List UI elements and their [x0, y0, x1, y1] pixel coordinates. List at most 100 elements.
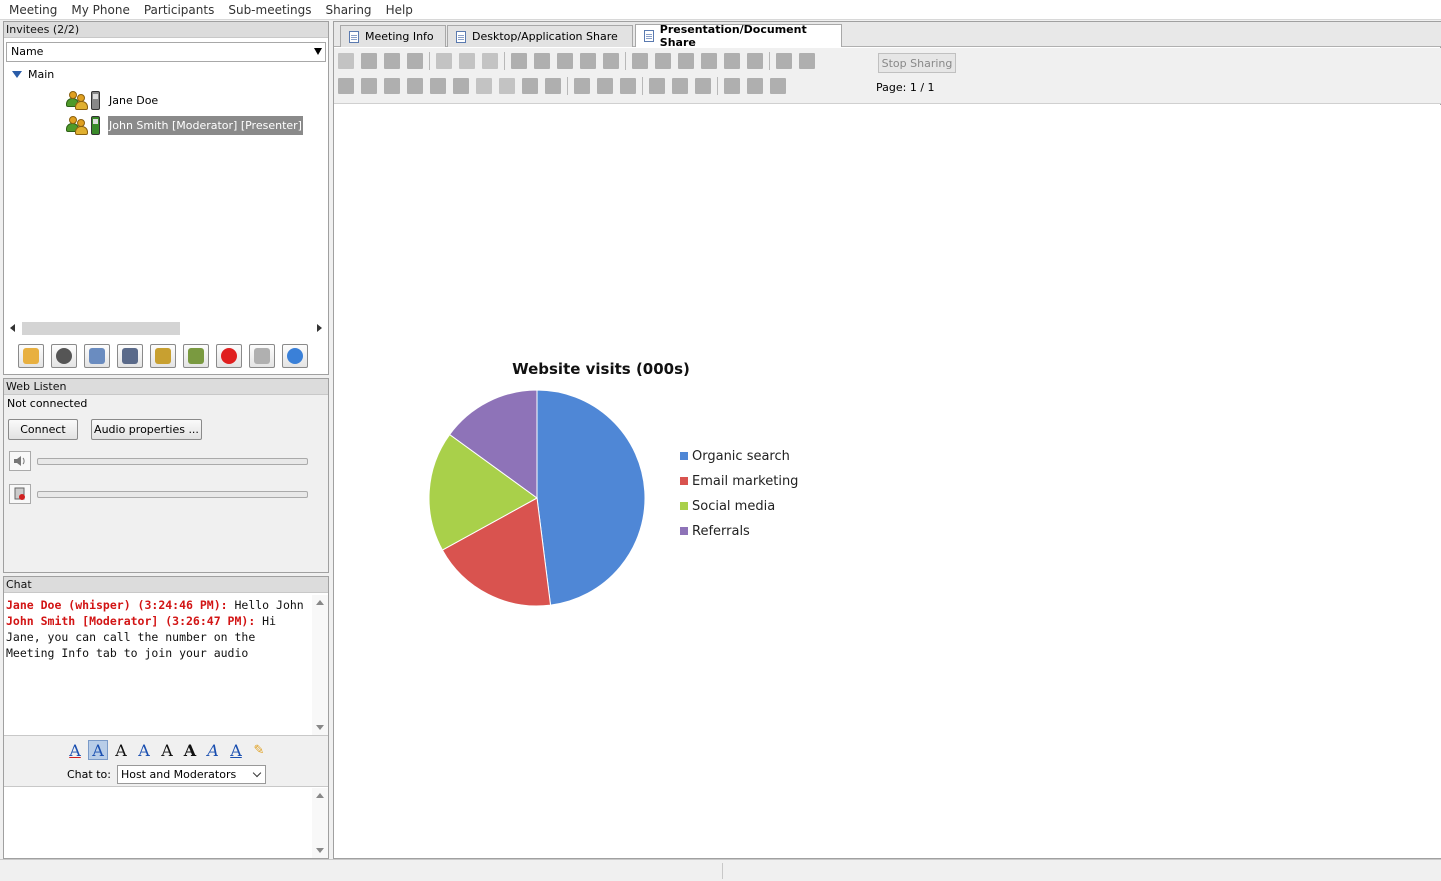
chevron-down-icon[interactable] [252, 768, 262, 778]
chat-log-scrollbar[interactable] [312, 595, 328, 735]
scroll-up-icon[interactable] [316, 600, 324, 605]
scroll-down-icon[interactable] [316, 848, 324, 853]
fit-page-icon[interactable] [678, 53, 694, 69]
expand-triangle-icon[interactable] [12, 71, 22, 78]
pie-slices [428, 389, 646, 607]
tab-presentation-share[interactable]: Presentation/Document Share [635, 23, 842, 49]
rectangle-tool-icon[interactable] [476, 78, 492, 94]
select-tool-icon[interactable] [338, 78, 354, 94]
font-color-icon[interactable]: A [65, 740, 85, 760]
raise-hand-button[interactable] [18, 344, 44, 368]
sync-view-icon[interactable] [724, 78, 740, 94]
font-style-icon[interactable]: A [157, 740, 177, 760]
pointer-icon[interactable] [776, 53, 792, 69]
save-icon[interactable] [384, 53, 400, 69]
ellipse-tool-icon[interactable] [499, 78, 515, 94]
connect-button[interactable]: Connect [8, 419, 78, 440]
speaker-volume-slider[interactable] [37, 457, 308, 465]
dialpad-button[interactable] [51, 344, 77, 368]
name-column-header[interactable]: Name [6, 42, 326, 62]
group-settings-button[interactable] [183, 344, 209, 368]
font-underline-icon[interactable]: A [226, 740, 246, 760]
chat-to-row: Chat to: Host and Moderators [67, 765, 266, 784]
zoom-in-icon[interactable] [632, 53, 648, 69]
fit-width-icon[interactable] [701, 53, 717, 69]
scroll-right-icon[interactable] [317, 324, 322, 332]
menu-meeting[interactable]: Meeting [2, 3, 64, 17]
font-outline-icon[interactable]: A [134, 740, 154, 760]
cut-icon[interactable] [511, 53, 527, 69]
pen-tool-icon[interactable] [361, 78, 377, 94]
participant-row[interactable]: Jane Doe [66, 89, 159, 111]
microphone-volume-slider[interactable] [37, 490, 308, 498]
status-bar [0, 859, 1441, 881]
thumbnail-icon[interactable] [747, 78, 763, 94]
page-prev-icon[interactable] [459, 53, 475, 69]
scroll-thumb[interactable] [22, 322, 180, 335]
speaker-icon[interactable] [9, 451, 31, 471]
microphone-icon[interactable] [9, 484, 31, 504]
menu-help[interactable]: Help [379, 3, 420, 17]
rotate-icon[interactable] [747, 53, 763, 69]
chat-to-select[interactable]: Host and Moderators [116, 765, 266, 784]
eraser-icon[interactable] [724, 53, 740, 69]
paste-icon[interactable] [557, 53, 573, 69]
chat-input-scrollbar[interactable] [312, 788, 328, 858]
page-next-icon[interactable] [482, 53, 498, 69]
font-size-icon[interactable]: A [111, 740, 131, 760]
tab-meeting-info[interactable]: Meeting Info [340, 25, 446, 47]
tree-group-main[interactable]: Main [12, 68, 54, 81]
redo-icon[interactable] [603, 53, 619, 69]
stamp-tool-icon[interactable] [545, 78, 561, 94]
font-bold-icon[interactable]: A [180, 740, 200, 760]
undo-icon[interactable] [580, 53, 596, 69]
phone-settings-button[interactable] [84, 344, 110, 368]
menu-sharing[interactable]: Sharing [318, 3, 378, 17]
copy-icon[interactable] [534, 53, 550, 69]
sort-arrow-icon[interactable] [314, 48, 322, 55]
menu-sub-meetings[interactable]: Sub-meetings [221, 3, 318, 17]
participant-row[interactable]: John Smith [Moderator] [Presenter] [66, 114, 303, 136]
menu-my-phone[interactable]: My Phone [64, 3, 136, 17]
open-icon[interactable] [361, 53, 377, 69]
fill-tool-icon[interactable] [522, 78, 538, 94]
record-button[interactable] [216, 344, 242, 368]
font-italic-icon[interactable]: A [203, 740, 223, 760]
page-first-icon[interactable] [436, 53, 452, 69]
new-page-icon[interactable] [338, 53, 354, 69]
add-participant-button[interactable] [150, 344, 176, 368]
status-divider [722, 863, 723, 879]
scroll-down-icon[interactable] [316, 725, 324, 730]
pause-button[interactable] [282, 344, 308, 368]
broadcast-button[interactable] [249, 344, 275, 368]
text-tool-icon[interactable] [453, 78, 469, 94]
highlighter-tool-icon[interactable] [384, 78, 400, 94]
scroll-up-icon[interactable] [316, 793, 324, 798]
color-black-icon[interactable] [574, 78, 590, 94]
stop-sharing-button[interactable]: Stop Sharing [878, 53, 956, 73]
color-picker-icon[interactable] [597, 78, 613, 94]
delete-annotation-icon[interactable] [672, 78, 688, 94]
arrow-tool-icon[interactable] [430, 78, 446, 94]
screen-settings-button[interactable] [117, 344, 143, 368]
web-listen-header: Web Listen [4, 379, 328, 395]
line-tool-icon[interactable] [407, 78, 423, 94]
chat-sender: John Smith [Moderator] (3:26:47 PM): [6, 614, 256, 628]
font-highlight-icon[interactable]: A [88, 740, 108, 760]
scroll-left-icon[interactable] [10, 324, 15, 332]
audio-properties-button[interactable]: Audio properties ... [91, 419, 202, 440]
annotation-settings-icon[interactable] [695, 78, 711, 94]
horizontal-scrollbar[interactable] [6, 320, 326, 336]
tab-desktop-share[interactable]: Desktop/Application Share [447, 25, 633, 47]
chat-input[interactable] [5, 788, 311, 858]
clear-annotations-icon[interactable] [649, 78, 665, 94]
print-icon[interactable] [407, 53, 423, 69]
chart-title: Website visits (000s) [512, 360, 690, 378]
zoom-out-icon[interactable] [655, 53, 671, 69]
phone-settings-icon [89, 348, 105, 364]
laser-icon[interactable] [799, 53, 815, 69]
menu-participants[interactable]: Participants [137, 3, 222, 17]
clear-format-icon[interactable]: ✎ [249, 740, 269, 760]
line-width-icon[interactable] [620, 78, 636, 94]
fullscreen-icon[interactable] [770, 78, 786, 94]
